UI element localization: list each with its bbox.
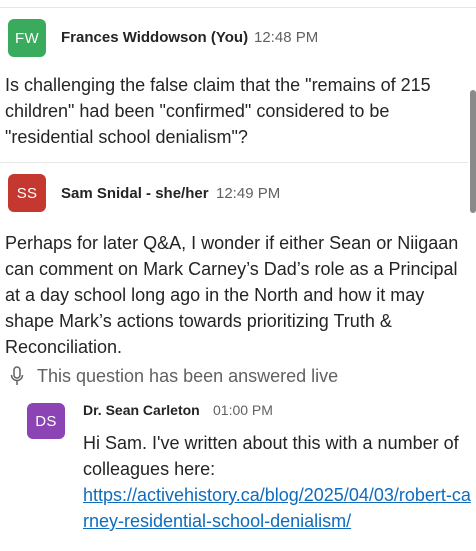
answered-live-label: This question has been answered live	[37, 365, 339, 386]
avatar: DS	[27, 403, 65, 439]
top-divider	[0, 7, 476, 8]
sender-name: Frances Widdowson (You)	[61, 29, 249, 46]
message-divider	[0, 162, 468, 163]
message-timestamp: 12:48 PM	[254, 29, 319, 46]
reply-text: Hi Sam. I've written about this with a n…	[83, 430, 473, 534]
reply-message: Hi Sam. I've written about this with a n…	[83, 433, 459, 479]
avatar: FW	[8, 19, 46, 57]
scrollbar-thumb[interactable]	[470, 90, 476, 213]
sender-name: Dr. Sean Carleton	[83, 402, 200, 418]
message-text: Is challenging the false claim that the …	[5, 75, 431, 147]
sender-name: Sam Snidal - she/her	[61, 185, 209, 202]
message-text: Perhaps for later Q&A, I wonder if eithe…	[5, 233, 459, 357]
answered-live-indicator: This question has been answered live	[10, 365, 338, 387]
message-timestamp: 12:49 PM	[216, 185, 281, 202]
avatar: SS	[8, 174, 46, 212]
microphone-icon	[10, 366, 24, 385]
article-link[interactable]: https://activehistory.ca/blog/2025/04/03…	[83, 485, 471, 531]
message-timestamp: 01:00 PM	[213, 402, 273, 418]
